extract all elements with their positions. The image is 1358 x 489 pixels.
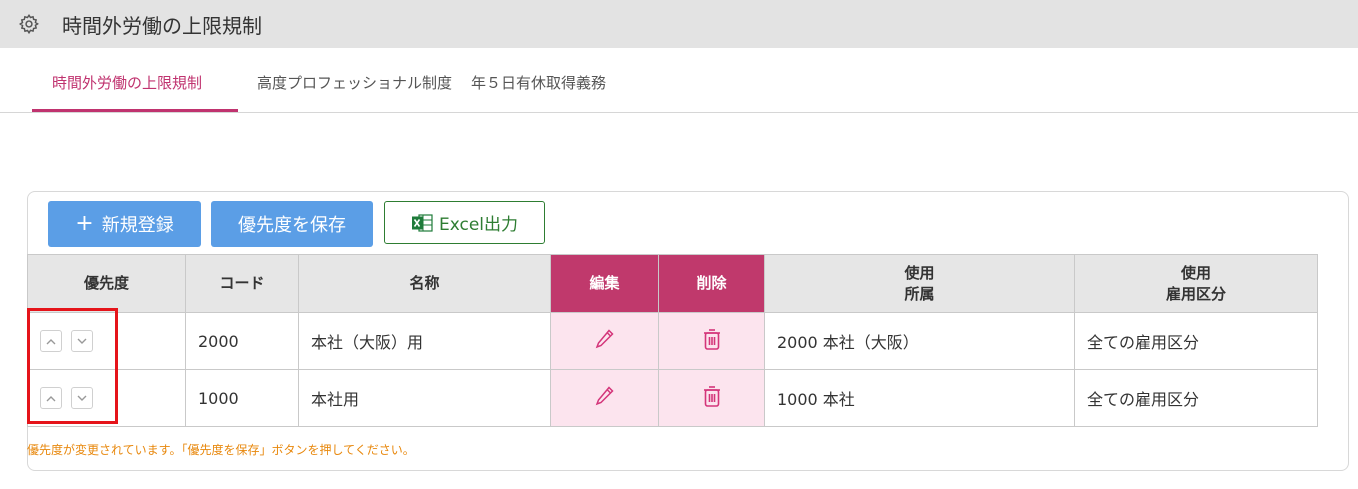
header-code[interactable]: コード xyxy=(185,254,299,313)
excel-export-button[interactable]: Excel出力 xyxy=(384,201,545,244)
name-cell: 本社用 xyxy=(298,369,551,427)
move-up-button[interactable] xyxy=(40,387,62,409)
dept-cell: 1000 本社 xyxy=(764,369,1075,427)
header-name[interactable]: 名称 xyxy=(298,254,551,313)
move-down-button[interactable] xyxy=(71,330,93,352)
new-register-label: 新規登録 xyxy=(101,215,174,236)
code-cell: 2000 xyxy=(185,312,299,370)
name-cell: 本社（大阪）用 xyxy=(298,312,551,370)
priority-controls xyxy=(27,369,186,427)
header-usage-dept-line2: 所属 xyxy=(904,284,935,303)
delete-cell xyxy=(658,312,765,370)
tab-overtime-limit[interactable]: 時間外労働の上限規制 xyxy=(52,72,202,93)
gear-icon[interactable] xyxy=(18,13,40,35)
pencil-icon[interactable] xyxy=(595,328,615,350)
table-row: 2000 本社（大阪）用 2000 本社（大阪） 全ての雇用区分 xyxy=(27,312,1318,370)
chevron-down-icon xyxy=(77,338,87,344)
header-usage-employment-line2: 雇用区分 xyxy=(1165,284,1226,303)
edit-cell xyxy=(550,312,659,370)
header-usage-dept[interactable]: 使用 所属 xyxy=(764,254,1075,313)
table-header-row: 優先度 コード 名称 編集 削除 使用 所属 使用 雇用区分 xyxy=(27,254,1318,313)
pencil-icon[interactable] xyxy=(595,385,615,407)
edit-cell xyxy=(550,369,659,427)
employment-cell: 全ての雇用区分 xyxy=(1074,369,1318,427)
chevron-up-icon xyxy=(46,338,56,344)
move-down-button[interactable] xyxy=(71,387,93,409)
priority-controls xyxy=(27,312,186,370)
move-up-button[interactable] xyxy=(40,330,62,352)
chevron-down-icon xyxy=(77,395,87,401)
header-delete: 削除 xyxy=(658,254,765,313)
plus-icon: + xyxy=(75,211,94,236)
header-usage-dept-line1: 使用 xyxy=(904,264,935,283)
header-usage-employment[interactable]: 使用 雇用区分 xyxy=(1074,254,1318,313)
trash-icon[interactable] xyxy=(702,327,722,351)
header-usage-employment-line1: 使用 xyxy=(1180,264,1211,283)
save-priority-label: 優先度を保存 xyxy=(238,215,346,236)
priority-changed-message: 優先度が変更されています。「優先度を保存」ボタンを押してください。 xyxy=(27,443,415,457)
excel-icon xyxy=(411,213,433,232)
chevron-up-icon xyxy=(46,395,56,401)
tab-bar: 時間外労働の上限規制 高度プロフェッショナル制度 年５日有休取得義務 xyxy=(0,48,1358,113)
employment-cell: 全ての雇用区分 xyxy=(1074,312,1318,370)
excel-export-label: Excel出力 xyxy=(438,215,519,235)
code-cell: 1000 xyxy=(185,369,299,427)
table-row: 1000 本社用 1000 本社 全ての雇用区分 xyxy=(27,369,1318,427)
page-title: 時間外労働の上限規制 xyxy=(62,13,262,38)
new-register-button[interactable]: + 新規登録 xyxy=(48,201,201,247)
trash-icon[interactable] xyxy=(702,384,722,408)
page-header: 時間外労働の上限規制 xyxy=(0,0,1358,48)
save-priority-button[interactable]: 優先度を保存 xyxy=(211,201,373,247)
delete-cell xyxy=(658,369,765,427)
rules-table: 優先度 コード 名称 編集 削除 使用 所属 使用 雇用区分 2000 本社（大… xyxy=(27,254,1318,427)
active-tab-indicator xyxy=(32,109,238,112)
header-priority[interactable]: 優先度 xyxy=(27,254,186,313)
header-edit: 編集 xyxy=(550,254,659,313)
tab-annual-leave[interactable]: 年５日有休取得義務 xyxy=(471,72,606,93)
tab-high-professional[interactable]: 高度プロフェッショナル制度 xyxy=(257,72,452,93)
dept-cell: 2000 本社（大阪） xyxy=(764,312,1075,370)
